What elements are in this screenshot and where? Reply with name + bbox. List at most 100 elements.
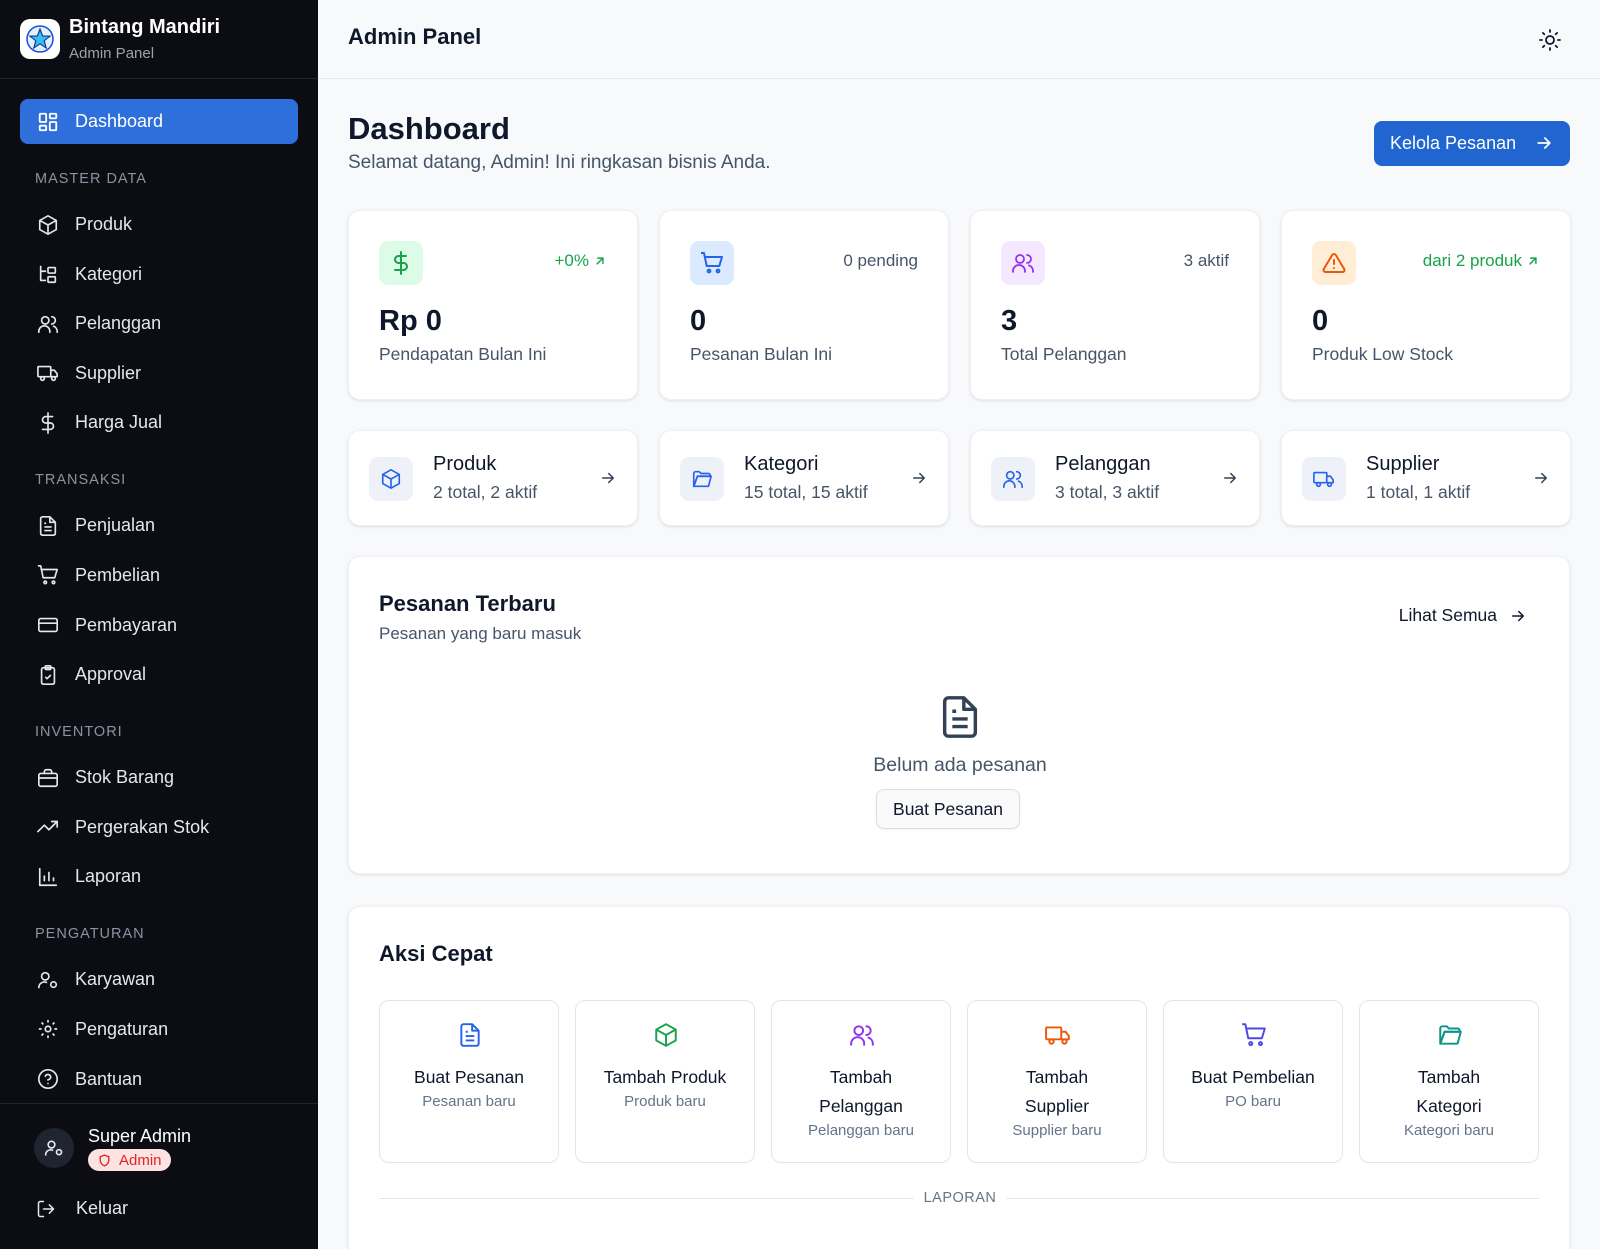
arrow-right-icon xyxy=(1537,137,1551,149)
logout-label: Keluar xyxy=(76,1198,129,1218)
stat-label: Total Pelanggan xyxy=(1001,344,1127,364)
sidebar-item-pengaturan[interactable]: Pengaturan xyxy=(20,1007,298,1052)
sidebar-item-label: Karyawan xyxy=(75,969,156,990)
sidebar-item-pembayaran[interactable]: Pembayaran xyxy=(20,603,298,648)
gear-icon xyxy=(36,1017,60,1041)
trending-up-icon xyxy=(36,815,60,839)
brand-name: Bintang Mandiri xyxy=(69,16,221,38)
quick-action-create-order[interactable]: Buat Pesanan Pesanan baru xyxy=(379,1000,559,1163)
see-all-link[interactable]: Lihat Semua xyxy=(1399,605,1527,626)
users-icon xyxy=(991,457,1035,501)
dashboard-icon xyxy=(36,110,60,134)
users-icon xyxy=(848,1021,876,1049)
stat-card-low-stock: dari 2 produk 0 Produk Low Stock xyxy=(1281,210,1571,400)
sidebar-nav: Dashboard MASTER DATA Produk Kategori Pe… xyxy=(0,79,318,1102)
sidebar-item-pembelian[interactable]: Pembelian xyxy=(20,553,298,598)
quick-action-add-supplier[interactable]: Tambah Supplier Supplier baru xyxy=(967,1000,1147,1163)
sidebar-item-harga-jual[interactable]: Harga Jual xyxy=(20,400,298,445)
folder-icon xyxy=(1436,1021,1464,1049)
quick-action-add-category[interactable]: Tambah Kategori Kategori baru xyxy=(1359,1000,1539,1163)
quick-action-create-purchase[interactable]: Buat Pembelian PO baru xyxy=(1163,1000,1343,1163)
alert-triangle-icon xyxy=(1312,241,1356,285)
user-name: Super Admin xyxy=(88,1126,192,1146)
sidebar-item-label: Approval xyxy=(75,664,147,685)
role-label: Admin xyxy=(119,1151,162,1169)
link-card-produk[interactable]: Produk 2 total, 2 aktif xyxy=(348,430,638,526)
sidebar-item-pergerakan-stok[interactable]: Pergerakan Stok xyxy=(20,805,298,850)
stat-card-customers: 3 aktif 3 Total Pelanggan xyxy=(970,210,1260,400)
sidebar-item-penjualan[interactable]: Penjualan xyxy=(20,503,298,548)
stat-label: Pesanan Bulan Ini xyxy=(690,344,833,364)
folder-icon xyxy=(680,457,724,501)
box-icon xyxy=(369,457,413,501)
credit-card-icon xyxy=(36,613,60,637)
sun-icon xyxy=(1539,29,1561,51)
quick-action-subtitle: PO baru xyxy=(1225,1093,1281,1110)
truck-icon xyxy=(1302,457,1346,501)
link-card-kategori[interactable]: Kategori 15 total, 15 aktif xyxy=(659,430,949,526)
box-icon xyxy=(652,1021,680,1049)
quick-action-title: Buat Pembelian xyxy=(1191,1067,1315,1087)
manage-orders-button[interactable]: Kelola Pesanan xyxy=(1374,121,1570,166)
nav-section-transaksi: TRANSAKSI xyxy=(35,472,127,489)
sidebar-item-label: Dashboard xyxy=(75,111,164,131)
sidebar-item-label: Bantuan xyxy=(75,1068,143,1089)
link-card-supplier[interactable]: Supplier 1 total, 1 aktif xyxy=(1281,430,1571,526)
stat-trend: dari 2 produk xyxy=(1423,251,1540,271)
stat-label: Pendapatan Bulan Ini xyxy=(379,344,547,364)
sidebar-footer: Super Admin Admin Keluar xyxy=(0,1103,318,1249)
sidebar-item-dashboard[interactable]: Dashboard xyxy=(20,99,298,144)
sidebar-item-bantuan[interactable]: Bantuan xyxy=(20,1057,298,1102)
see-all-label: Lihat Semua xyxy=(1398,605,1497,625)
quick-action-add-product[interactable]: Tambah Produk Produk baru xyxy=(575,1000,755,1163)
stat-trend-label: dari 2 produk xyxy=(1422,251,1522,270)
stat-value: 0 xyxy=(690,305,707,337)
sidebar-item-label: Pelanggan xyxy=(75,313,162,334)
link-subtitle: 1 total, 1 aktif xyxy=(1366,482,1471,502)
category-tree-icon xyxy=(36,262,60,286)
topbar: Admin Panel xyxy=(318,0,1600,79)
user-profile[interactable]: Super Admin Admin xyxy=(34,1125,191,1172)
nav-section-pengaturan: PENGATURAN xyxy=(35,926,145,943)
users-icon xyxy=(36,312,60,336)
theme-toggle-button[interactable] xyxy=(1538,28,1562,52)
create-order-button[interactable]: Buat Pesanan xyxy=(876,789,1020,829)
sidebar-item-kategori[interactable]: Kategori xyxy=(20,252,298,297)
sidebar-item-stok-barang[interactable]: Stok Barang xyxy=(20,755,298,800)
header-title: Admin Panel xyxy=(348,24,482,49)
stat-value: 0 xyxy=(1312,305,1329,337)
manage-orders-label: Kelola Pesanan xyxy=(1390,133,1517,153)
logout-button[interactable]: Keluar xyxy=(36,1198,128,1219)
sidebar-item-label: Penjualan xyxy=(75,515,156,536)
sidebar-item-produk[interactable]: Produk xyxy=(20,202,298,247)
star-logo-icon xyxy=(20,19,60,59)
divider-label-text: LAPORAN xyxy=(913,1190,1007,1206)
sidebar-item-approval[interactable]: Approval xyxy=(20,652,298,697)
cart-icon xyxy=(690,241,734,285)
nav-section-inventori: INVENTORI xyxy=(35,724,123,741)
link-subtitle: 2 total, 2 aktif xyxy=(433,482,538,502)
quick-actions-panel: Aksi Cepat Buat Pesanan Pesanan baru Tam… xyxy=(348,906,1570,1249)
document-icon xyxy=(942,696,978,738)
sidebar-item-karyawan[interactable]: Karyawan xyxy=(20,957,298,1002)
role-badge: Admin xyxy=(88,1149,171,1171)
sidebar-item-pelanggan[interactable]: Pelanggan xyxy=(20,301,298,346)
truck-icon xyxy=(1044,1021,1072,1049)
sidebar-item-label: Pergerakan Stok xyxy=(75,816,210,837)
link-card-pelanggan[interactable]: Pelanggan 3 total, 3 aktif xyxy=(970,430,1260,526)
quick-action-add-customer[interactable]: Tambah Pelanggan Pelanggan baru xyxy=(771,1000,951,1163)
brand[interactable]: Bintang Mandiri Admin Panel xyxy=(0,0,318,79)
arrow-right-icon xyxy=(602,472,614,484)
page-title: Dashboard xyxy=(348,111,510,146)
sidebar-item-supplier[interactable]: Supplier xyxy=(20,351,298,396)
link-title: Pelanggan xyxy=(1055,453,1151,475)
sidebar-item-label: Produk xyxy=(75,214,133,234)
box-icon xyxy=(36,213,60,237)
arrow-up-right-icon xyxy=(596,257,604,265)
sidebar-item-laporan[interactable]: Laporan xyxy=(20,854,298,899)
avatar xyxy=(34,1128,74,1169)
sidebar-item-label: Stok Barang xyxy=(75,767,175,788)
sidebar-item-label: Supplier xyxy=(75,362,142,383)
quick-action-title: Tambah Pelanggan xyxy=(819,1067,903,1116)
recent-orders-panel: Pesanan Terbaru Pesanan yang baru masuk … xyxy=(348,556,1570,874)
